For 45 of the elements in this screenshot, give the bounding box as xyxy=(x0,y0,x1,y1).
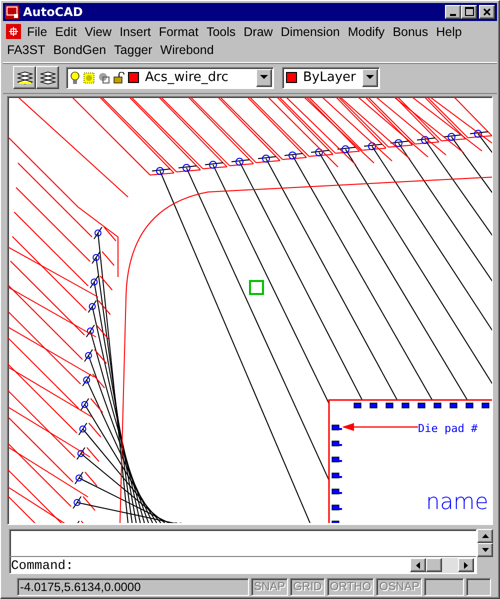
menu-item[interactable]: View xyxy=(80,24,116,39)
app-icon[interactable] xyxy=(5,4,19,19)
layers-button[interactable] xyxy=(36,66,59,90)
menu-item[interactable]: Wirebond xyxy=(156,42,218,57)
status-pane xyxy=(466,578,492,596)
light-bulb-icon[interactable] xyxy=(70,70,80,85)
menu-item[interactable]: Tools xyxy=(202,24,240,39)
up-arrow-icon[interactable] xyxy=(482,534,488,538)
command-prompt: Command: xyxy=(10,558,74,572)
menu-item[interactable]: Edit xyxy=(51,24,81,39)
left-arrow-icon[interactable] xyxy=(416,562,420,568)
minimize-button[interactable] xyxy=(445,4,461,19)
vertical-scrollbar[interactable] xyxy=(477,529,493,557)
coordinates-display: -4.0175,5.6134,0.0000 xyxy=(17,578,249,596)
name-label: name xyxy=(426,490,488,515)
menu-item[interactable]: Modify xyxy=(344,24,389,39)
menu-item[interactable]: Dimension xyxy=(276,24,344,39)
menu-item[interactable]: FA3ST xyxy=(3,42,50,57)
menu-item[interactable]: Help xyxy=(432,24,466,39)
horizontal-scrollbar[interactable] xyxy=(410,558,474,572)
menu-item[interactable]: Bonus xyxy=(388,24,432,39)
pickbox-cursor xyxy=(249,280,264,295)
close-button[interactable] xyxy=(479,4,495,19)
maximize-icon xyxy=(464,7,474,16)
menu-item[interactable]: Tagger xyxy=(110,42,156,57)
padlock-icon[interactable] xyxy=(113,72,125,84)
minimize-icon xyxy=(450,14,456,16)
status-pane xyxy=(424,578,464,596)
right-arrow-icon[interactable] xyxy=(464,562,468,568)
down-arrow-icon[interactable] xyxy=(482,548,488,552)
close-icon xyxy=(483,8,491,16)
maximize-button[interactable] xyxy=(461,4,477,19)
color-dropdown[interactable]: ByLayer xyxy=(282,66,380,89)
menu-item[interactable]: Insert xyxy=(116,24,155,39)
menu-item[interactable]: Draw xyxy=(240,24,277,39)
menu-item[interactable]: Format xyxy=(154,24,202,39)
viewport-icon[interactable] xyxy=(98,72,110,84)
window-title: AutoCAD xyxy=(23,4,84,19)
die-pad-label: Die pad # xyxy=(418,422,478,435)
layer-dropdown[interactable]: Acs_wire_drc xyxy=(66,66,274,89)
drawing-icon[interactable] xyxy=(6,24,21,40)
menu-item[interactable]: File xyxy=(23,24,52,39)
sun-icon[interactable] xyxy=(83,72,95,84)
make-layer-current-button[interactable] xyxy=(13,66,36,90)
menu-item[interactable]: BondGen xyxy=(49,42,110,57)
